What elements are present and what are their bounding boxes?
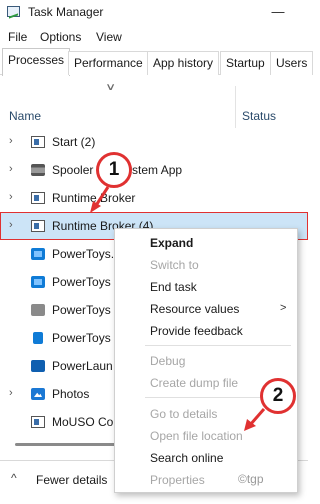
process-name: PowerToys (52, 331, 111, 345)
tab-processes[interactable]: Processes (2, 48, 71, 76)
app-icon (31, 276, 45, 288)
photos-icon (31, 388, 45, 400)
phone-icon (33, 332, 43, 344)
process-name: PowerLaun (52, 359, 113, 373)
keyboard-icon (31, 304, 45, 316)
menu-item-open-file-location[interactable]: Open file location (150, 429, 243, 443)
menu-item-search-online[interactable]: Search online (150, 451, 223, 465)
window-icon (31, 192, 45, 204)
process-name: PowerToys. (52, 247, 115, 261)
process-row[interactable]: › Spooler SubSystem App (0, 156, 308, 184)
menu-item-properties[interactable]: Properties (150, 473, 205, 487)
expand-chevron-icon[interactable]: › (9, 163, 13, 175)
menu-separator (145, 345, 291, 346)
title-bar: Task Manager — (0, 0, 308, 26)
column-divider (235, 86, 236, 128)
context-menu: Expand Switch to End task Resource value… (114, 228, 298, 493)
window-title: Task Manager (28, 5, 104, 19)
tab-strip: Processes Performance App history Startu… (0, 48, 314, 76)
menu-item-switch-to[interactable]: Switch to (150, 258, 199, 272)
menu-item-provide-feedback[interactable]: Provide feedback (150, 324, 243, 338)
tab-app-history[interactable]: App history (147, 51, 220, 75)
menu-options[interactable]: Options (40, 30, 81, 44)
menu-item-resource-values[interactable]: Resource values (150, 302, 239, 316)
fewer-details-link[interactable]: Fewer details (36, 473, 107, 487)
expand-chevron-icon[interactable]: › (9, 219, 13, 231)
process-row[interactable]: › Runtime Broker (0, 184, 308, 212)
window-icon (31, 416, 45, 428)
window-icon (31, 220, 45, 232)
expand-chevron-icon[interactable]: › (9, 191, 13, 203)
minimize-button[interactable]: — (268, 2, 288, 22)
menu-item-go-to-details[interactable]: Go to details (150, 407, 217, 421)
process-name: PowerToys (52, 275, 111, 289)
expand-chevron-icon[interactable]: › (9, 135, 13, 147)
printer-icon (31, 164, 45, 176)
process-name: Start (2) (52, 135, 96, 149)
process-name: PowerToys (52, 303, 111, 317)
callout-arrow-2-icon (244, 408, 266, 431)
sort-chevron-icon[interactable]: ∨ (105, 82, 116, 93)
menu-file[interactable]: File (8, 30, 27, 44)
process-row[interactable]: › Start (2) (0, 128, 308, 156)
column-header: ∨ Name Status (0, 76, 308, 128)
menu-item-debug[interactable]: Debug (150, 354, 185, 368)
column-name[interactable]: Name (9, 109, 41, 123)
watermark: ©tgp (238, 472, 264, 486)
menu-view[interactable]: View (96, 30, 122, 44)
expand-chevron-icon[interactable]: › (9, 387, 13, 399)
app-icon (31, 248, 45, 260)
submenu-arrow-icon: > (280, 302, 287, 314)
callout-arrow-1-icon (90, 186, 110, 213)
tab-performance[interactable]: Performance (68, 51, 149, 75)
menu-bar: File Options View (0, 26, 308, 48)
menu-item-expand[interactable]: Expand (150, 236, 193, 250)
process-name: Photos (52, 387, 90, 401)
tab-startup[interactable]: Startup (220, 51, 271, 75)
column-status[interactable]: Status (242, 109, 276, 123)
window-icon (31, 136, 45, 148)
task-manager-icon (7, 6, 20, 17)
chevron-up-icon[interactable]: ^ (11, 471, 17, 485)
callout-1: 1 (96, 152, 132, 188)
menu-item-end-task[interactable]: End task (150, 280, 197, 294)
tab-users[interactable]: Users (270, 51, 314, 75)
rocket-icon (31, 360, 45, 372)
process-name: MoUSO Co (52, 415, 114, 429)
menu-item-create-dump-file[interactable]: Create dump file (150, 376, 238, 390)
